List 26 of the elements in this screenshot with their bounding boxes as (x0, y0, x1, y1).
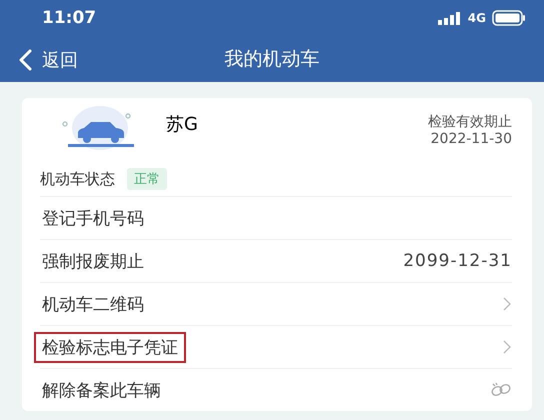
back-icon (18, 49, 32, 71)
item-label: 解除备案此车辆 (41, 380, 162, 402)
item-value: 2099-12-31 (403, 251, 512, 271)
list-item[interactable]: 机动车二维码 (40, 282, 512, 325)
chevron-icon (502, 296, 512, 312)
list-item[interactable]: 检验标志电子凭证 (40, 325, 512, 368)
expiry-date: 2022-11-30 (430, 131, 512, 148)
status-time: 11:07 (42, 8, 96, 28)
item-label: 登记手机号码 (41, 208, 145, 230)
status-label: 机动车状态 (40, 170, 115, 188)
list-item[interactable]: 强制报废期止 2099-12-31 (40, 239, 512, 282)
list-item[interactable]: 登记手机号码 (40, 196, 512, 239)
battery-icon (492, 10, 526, 26)
back-button[interactable]: 返回 (14, 44, 82, 76)
plate-number: 苏G (166, 113, 198, 136)
expiry-label: 检验有效期止 (428, 114, 512, 131)
list-item[interactable]: 解除备案此车辆 (40, 368, 512, 411)
status-tag: 正常 (127, 168, 167, 190)
signal-icon (438, 12, 462, 24)
network-label: 4G (468, 11, 486, 25)
chevron-icon (502, 339, 512, 355)
item-label: 机动车二维码 (41, 294, 145, 316)
unlink-icon (490, 382, 512, 398)
item-label: 检验标志电子凭证 (34, 332, 186, 362)
page-title: 我的机动车 (224, 47, 320, 72)
item-label: 强制报废期止 (41, 250, 145, 274)
